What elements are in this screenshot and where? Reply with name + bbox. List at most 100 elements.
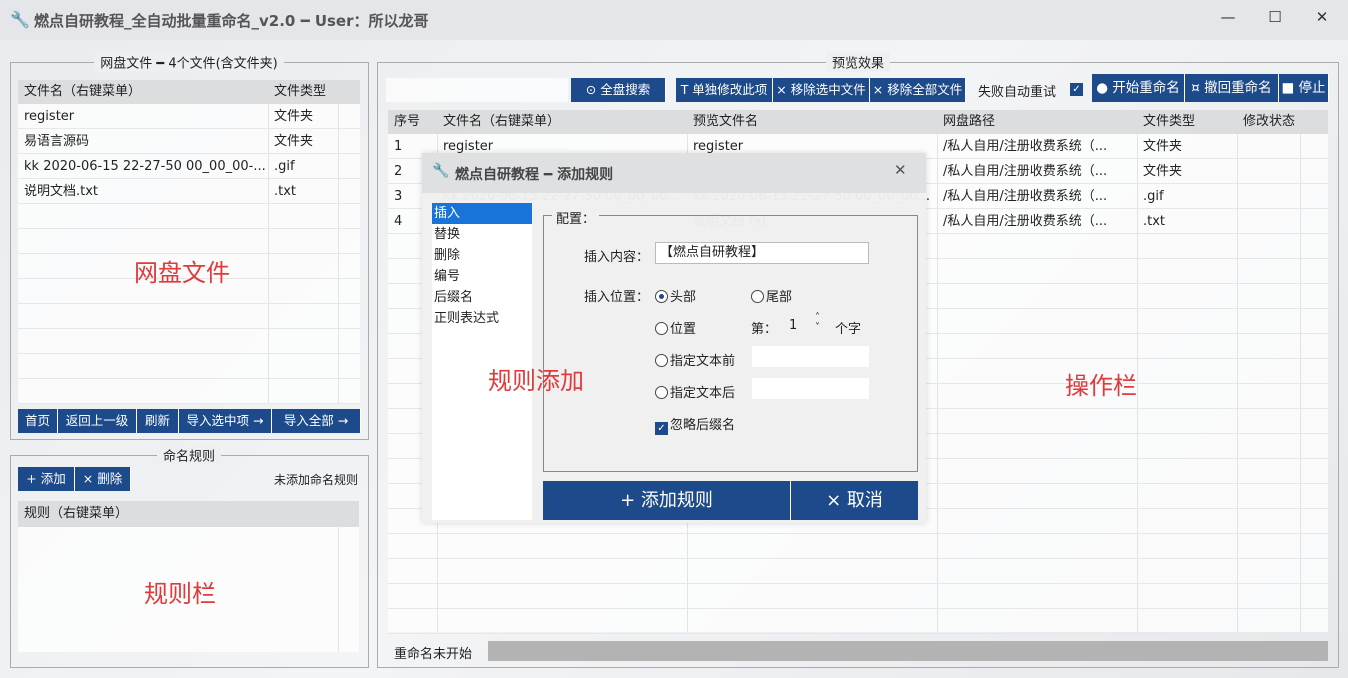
rename-progress-bar <box>488 641 1328 661</box>
rule-type-item[interactable]: 插入 <box>432 203 532 224</box>
position-spinner-icon[interactable]: ˄ ˅ <box>815 313 820 333</box>
dialog-close-button[interactable]: ✕ <box>894 161 907 179</box>
column-header-filename[interactable]: 文件名（右键菜单） <box>18 80 141 104</box>
insert-position-label: 插入位置： <box>584 290 650 305</box>
annotation-rule-add: 规则添加 <box>488 367 584 395</box>
go-up-button[interactable]: 返回上一级 <box>58 409 137 433</box>
file-type: 文件夹 <box>274 134 314 149</box>
home-button[interactable]: 首页 <box>18 409 58 433</box>
radio-position-icon <box>655 322 668 335</box>
start-rename-button[interactable]: ● 开始重命名 <box>1092 74 1185 102</box>
annotation-operations: 操作栏 <box>1065 372 1137 400</box>
radio-head-icon <box>655 290 668 303</box>
file-name: register <box>24 109 75 124</box>
column-header-type[interactable]: 文件类型 <box>268 80 326 104</box>
column-header-filename[interactable]: 文件名（右键菜单） <box>437 110 560 134</box>
table-row[interactable] <box>388 559 1328 584</box>
maximize-button[interactable]: ☐ <box>1260 8 1290 30</box>
column-header-file-type[interactable]: 文件类型 <box>1137 110 1195 134</box>
radio-tail[interactable]: 尾部 <box>751 286 792 305</box>
radio-after-label: 指定文本后 <box>670 386 736 401</box>
radio-position[interactable]: 位置 <box>655 318 696 337</box>
before-text-input[interactable] <box>752 346 869 367</box>
table-row[interactable] <box>18 229 360 254</box>
ignore-extension-checkbox[interactable]: ✓ 忽略后缀名 <box>655 414 735 435</box>
position-value-input[interactable]: 1 <box>789 318 797 333</box>
table-row[interactable] <box>388 534 1328 559</box>
column-header-cloud-path[interactable]: 网盘路径 <box>937 110 995 134</box>
window-title: 燃点自研教程_全自动批量重命名_v2.0 ━ User：所以龙哥 <box>34 12 429 30</box>
table-row[interactable] <box>18 204 360 229</box>
modify-status <box>1237 159 1300 184</box>
remove-all-button[interactable]: × 移除全部文件 <box>870 78 966 102</box>
naming-rules-title: 命名规则 <box>156 445 222 465</box>
table-row[interactable]: 说明文档.txt .txt <box>18 179 360 204</box>
cloud-files-title: 网盘文件 ━ 4个文件(含文件夹) <box>94 52 284 72</box>
minimize-button[interactable]: — <box>1213 8 1243 30</box>
column-header-preview-filename[interactable]: 预览文件名 <box>687 110 758 134</box>
radio-after-text[interactable]: 指定文本后 <box>655 382 735 401</box>
column-header-rule[interactable]: 规则（右键菜单） <box>18 501 128 526</box>
radio-tail-icon <box>751 290 764 303</box>
table-row[interactable]: register 文件夹 <box>18 104 360 129</box>
search-field[interactable] <box>386 78 568 102</box>
table-row[interactable]: 易语言源码 文件夹 <box>18 129 360 154</box>
column-header-modify-status[interactable]: 修改状态 <box>1237 110 1295 134</box>
after-text-input[interactable] <box>752 378 869 399</box>
cloud-path: /私人自用/注册收费系统（... <box>943 139 1108 154</box>
table-row[interactable] <box>388 584 1328 609</box>
table-row[interactable] <box>388 609 1328 634</box>
column-header-index[interactable]: 序号 <box>388 110 420 134</box>
rule-type-item[interactable]: 替换 <box>432 224 532 245</box>
rule-type-item[interactable]: 后缀名 <box>432 287 532 308</box>
config-title: 配置： <box>552 208 600 227</box>
undo-rename-button[interactable]: ¤ 撤回重命名 <box>1185 74 1279 102</box>
close-button[interactable]: ✕ <box>1307 8 1337 30</box>
table-row[interactable] <box>18 304 360 329</box>
stop-button[interactable]: ■ 停止 <box>1279 74 1329 102</box>
file-type: .gif <box>274 159 295 174</box>
radio-head-label: 头部 <box>670 290 697 305</box>
modify-status <box>1237 209 1300 234</box>
refresh-button[interactable]: 刷新 <box>137 409 179 433</box>
radio-head[interactable]: 头部 <box>655 286 696 305</box>
annotation-rules: 规则栏 <box>144 580 216 608</box>
radio-after-icon <box>655 386 668 399</box>
ignore-extension-label: 忽略后缀名 <box>670 418 736 433</box>
rule-type-item[interactable]: 正则表达式 <box>432 308 532 329</box>
app-wrench-icon: 🔧 <box>10 10 30 29</box>
rule-type-item[interactable]: 删除 <box>432 245 532 266</box>
radio-before-text[interactable]: 指定文本前 <box>655 350 735 369</box>
full-search-button[interactable]: ⊙ 全盘搜索 <box>571 78 666 102</box>
edit-single-button[interactable]: T 单独修改此项 <box>676 78 773 102</box>
table-header: 规则（右键菜单） <box>18 501 359 527</box>
cloud-path: /私人自用/注册收费系统（... <box>943 214 1108 229</box>
add-rule-button[interactable]: + 添加 <box>18 467 75 491</box>
delete-rule-button[interactable]: × 删除 <box>75 467 131 491</box>
table-row[interactable] <box>18 379 360 404</box>
confirm-add-rule-button[interactable]: + 添加规则 <box>543 481 791 520</box>
radio-before-icon <box>655 354 668 367</box>
cloud-path: /私人自用/注册收费系统（... <box>943 164 1108 179</box>
dialog-wrench-icon: 🔧 <box>432 163 450 179</box>
file-type: .gif <box>1143 189 1164 204</box>
file-name: 易语言源码 <box>24 134 90 149</box>
import-all-button[interactable]: 导入全部 → <box>272 409 361 433</box>
dialog-title: 燃点自研教程 ━ 添加规则 <box>455 167 614 183</box>
table-row[interactable]: kk 2020-06-15 22-27-50 00_00_00-... .gif <box>18 154 360 179</box>
preview-title: 预览效果 <box>825 52 891 72</box>
auto-retry-checkbox[interactable]: ✓ <box>1070 83 1083 96</box>
import-selected-button[interactable]: 导入选中项 → <box>179 409 272 433</box>
rule-type-item[interactable]: 编号 <box>432 266 532 287</box>
insert-content-input[interactable]: 【燃点自研教程】 <box>655 242 869 264</box>
remove-selected-button[interactable]: × 移除选中文件 <box>773 78 870 102</box>
file-type: 文件夹 <box>274 109 314 124</box>
insert-content-label: 插入内容： <box>584 250 650 265</box>
file-type: 文件夹 <box>1143 139 1183 154</box>
file-type: 文件夹 <box>1143 164 1183 179</box>
cancel-button[interactable]: × 取消 <box>791 481 918 520</box>
table-row[interactable] <box>18 329 360 354</box>
cloud-files-table[interactable]: 文件名（右键菜单） 文件类型 register 文件夹 易语言源码 文件夹 kk 202… <box>18 80 360 404</box>
position-prefix: 第： <box>751 322 778 337</box>
table-row[interactable] <box>18 354 360 379</box>
